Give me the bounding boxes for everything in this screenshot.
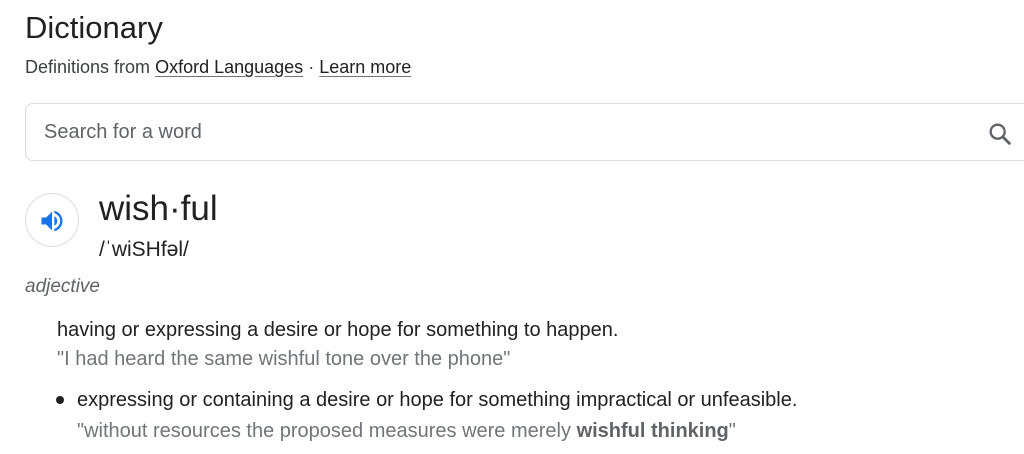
search-input[interactable] [44, 104, 964, 160]
search-button[interactable] [986, 120, 1014, 148]
sense-2-example-end: " [728, 420, 736, 442]
dictionary-panel: Dictionary Definitions from Oxford Langu… [0, 0, 1024, 454]
source-separator: · [308, 57, 315, 77]
sense-2-example-start: "without resources the proposed measures… [77, 420, 577, 442]
oxford-languages-link[interactable]: Oxford Languages [155, 57, 303, 77]
search-icon [989, 123, 1011, 145]
speaker-icon [41, 210, 63, 232]
sense-2-example-phrase: wishful thinking [576, 420, 729, 442]
sense-2-example: "without resources the proposed measures… [77, 418, 736, 444]
phonetic-spelling: /ˈwiSHfəl/ [99, 238, 189, 261]
learn-more-link[interactable]: Learn more [319, 57, 411, 77]
headword: wish·ful [99, 189, 218, 228]
sense-2-definition: expressing or containing a desire or hop… [77, 389, 798, 411]
part-of-speech: adjective [25, 276, 100, 297]
search-box [25, 103, 1024, 161]
sense-2-bullet [56, 396, 64, 404]
source-line: Definitions from Oxford Languages · Lear… [25, 55, 411, 79]
panel-title: Dictionary [25, 10, 163, 45]
pronunciation-button[interactable] [25, 193, 79, 247]
sense-1-example: "I had heard the same wishful tone over … [57, 348, 511, 370]
source-prefix: Definitions from [25, 57, 151, 77]
sense-1-definition: having or expressing a desire or hope fo… [57, 319, 619, 341]
